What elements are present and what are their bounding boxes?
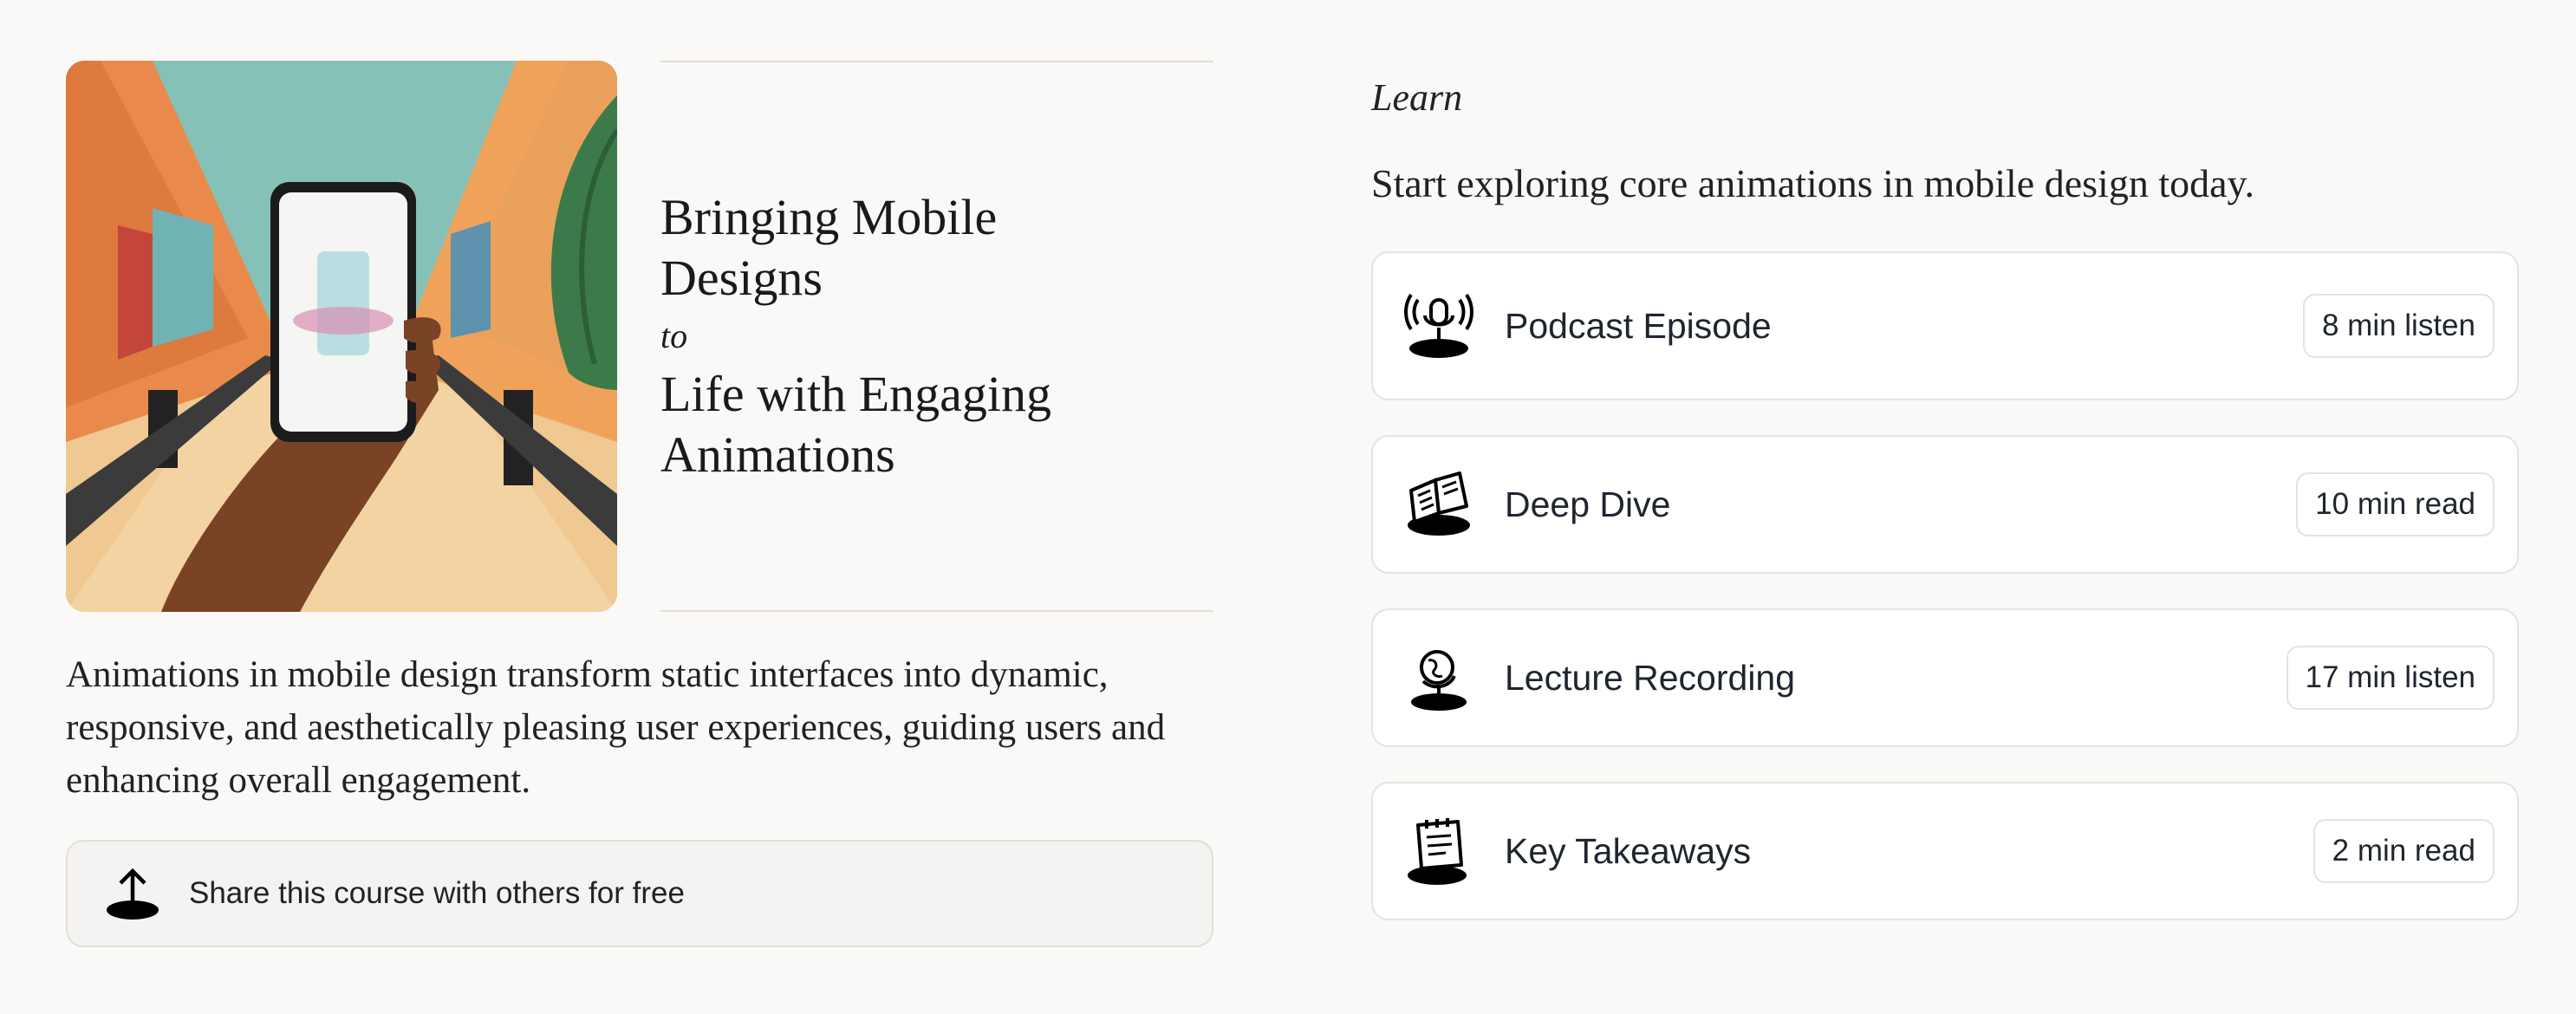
learn-panel: Learn Start exploring core animations in… [1371,75,2519,955]
learn-resource-list: Podcast Episode 8 min listen Deep Dive 1… [1371,251,2519,920]
resource-duration-badge: 8 min listen [2302,294,2495,358]
resource-label: Key Takeaways [1505,830,1752,871]
resource-duration-badge: 2 min read [2313,819,2495,883]
resource-card-key-takeaways[interactable]: Key Takeaways 2 min read [1371,782,2519,920]
course-cover-illustration [66,61,617,612]
globe-lecture-icon [1411,650,1467,711]
course-title-line-1: Bringing Mobile [660,189,998,245]
learn-intro: Start exploring core animations in mobil… [1371,161,2255,205]
course-title-connector: to [660,316,688,355]
notepad-icon [1408,818,1467,885]
course-title-line-4: Animations [660,426,895,483]
course-overview: Bringing Mobile Designs to Life with Eng… [66,61,1213,947]
course-title-line-3: Life with Engaging [660,366,1052,422]
course-hero: Bringing Mobile Designs to Life with Eng… [66,61,1213,612]
resource-card-deep-dive[interactable]: Deep Dive 10 min read [1371,435,2519,574]
resource-card-podcast-episode[interactable]: Podcast Episode 8 min listen [1371,251,2519,400]
resource-duration-badge: 17 min listen [2286,646,2495,710]
resource-label: Podcast Episode [1505,305,1772,346]
resource-label: Deep Dive [1505,484,1671,524]
course-title: Bringing Mobile Designs to Life with Eng… [660,61,1213,612]
share-course-label: Share this course with others for free [189,876,685,910]
share-course-button[interactable]: Share this course with others for free [66,840,1213,947]
course-title-line-2: Designs [660,250,823,306]
resource-card-lecture-recording[interactable]: Lecture Recording 17 min listen [1371,608,2519,747]
learn-kicker: Learn [1371,76,1463,119]
course-description: Animations in mobile design transform st… [66,654,1166,801]
podcast-microphone-icon [1404,293,1473,358]
open-book-icon [1408,471,1470,536]
resource-duration-badge: 10 min read [2296,472,2495,536]
share-upload-icon [107,868,159,920]
resource-label: Lecture Recording [1505,657,1796,698]
